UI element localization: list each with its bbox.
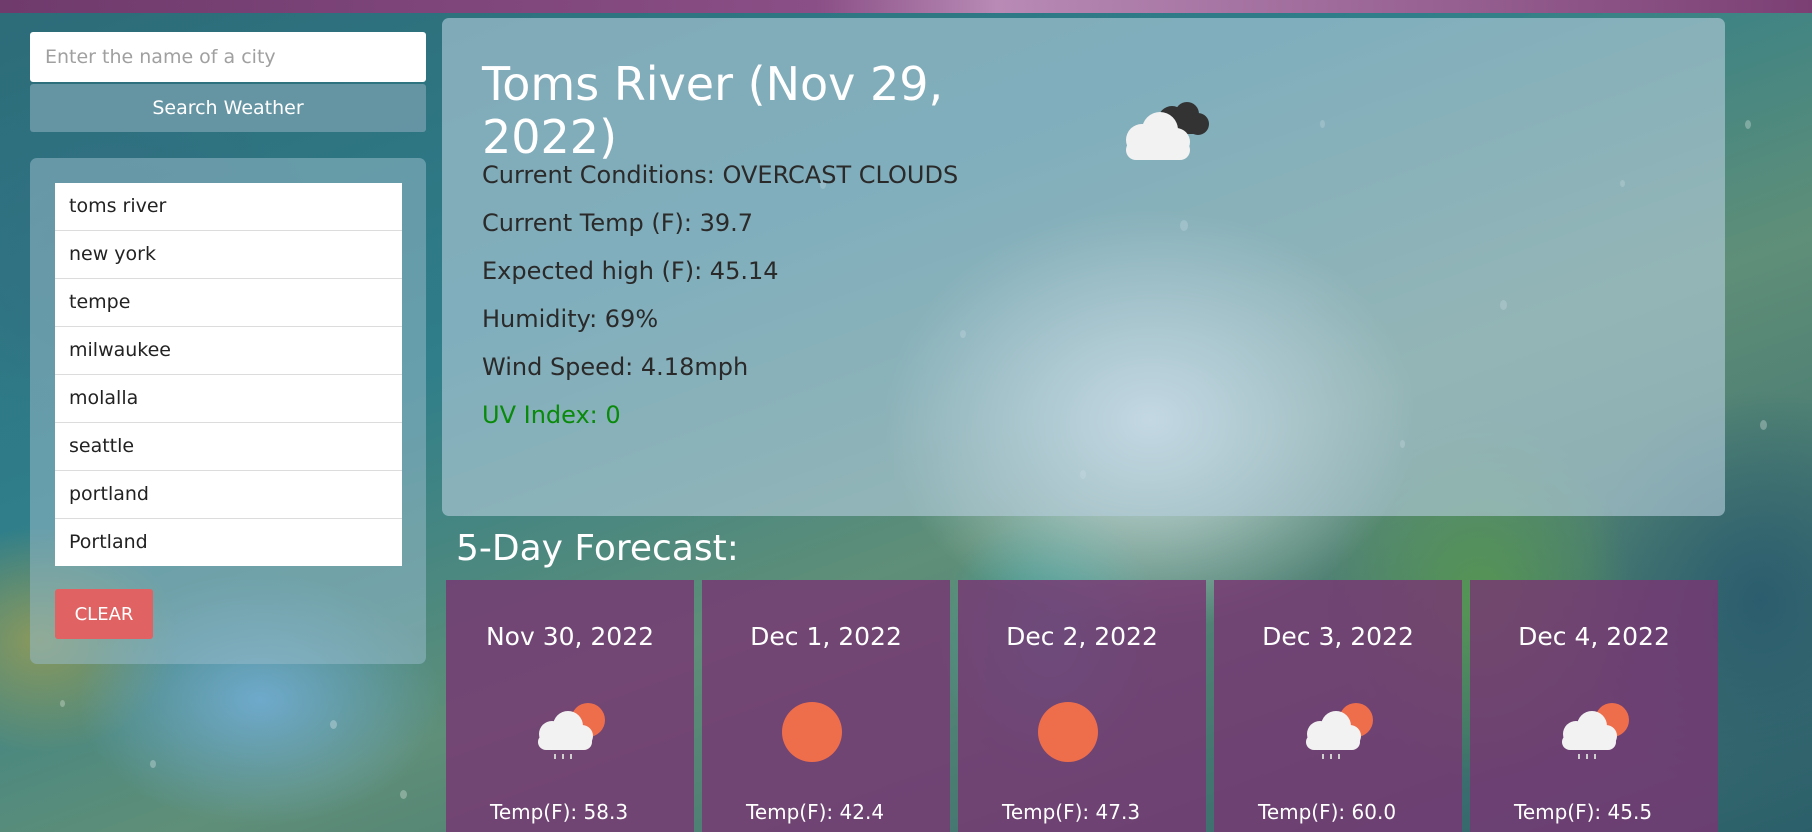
forecast-date: Nov 30, 2022 [485,622,655,651]
search-history-list: toms river new york tempe milwaukee mola… [55,183,402,566]
forecast-card-day-2: Dec 1, 2022 Temp(F): 42.4 [702,580,950,832]
top-banner-stripe [0,0,1812,13]
expected-high: Expected high (F): 45.14 [482,257,779,285]
forecast-temp: Temp(F): 42.4 [746,800,885,824]
overcast-clouds-icon [1126,102,1209,160]
sun-cloud-rain-icon [538,703,605,759]
forecast-card-day-3: Dec 2, 2022 Temp(F): 47.3 [958,580,1206,832]
forecast-date: Dec 1, 2022 [750,622,902,651]
forecast-temp: Temp(F): 58.3 [490,800,629,824]
history-item-seattle[interactable]: seattle [55,423,402,471]
search-history-panel: toms river new york tempe milwaukee mola… [30,158,426,664]
history-item-portland[interactable]: portland [55,471,402,519]
sun-cloud-rain-icon [1562,703,1629,759]
search-weather-button[interactable]: Search Weather [30,84,426,132]
forecast-card-day-4: Dec 3, 2022 Temp(F): 60.0 [1214,580,1462,832]
sun-icon [782,702,842,762]
clear-history-button[interactable]: CLEAR [55,589,153,639]
forecast-card-day-1: Nov 30, 2022 Temp(F): 58.3 [446,580,694,832]
history-item-toms-river[interactable]: toms river [55,183,402,231]
history-item-milwaukee[interactable]: milwaukee [55,327,402,375]
forecast-heading: 5-Day Forecast: [456,528,739,569]
sun-icon [1038,702,1098,762]
wind-speed: Wind Speed: 4.18mph [482,353,749,381]
forecast-date: Dec 2, 2022 [1006,622,1158,651]
history-item-portland-capitalized[interactable]: Portland [55,519,402,566]
history-item-molalla[interactable]: molalla [55,375,402,423]
current-conditions: Current Conditions: OVERCAST CLOUDS [482,161,959,189]
current-weather-panel: Toms River (Nov 29, 2022) Current Condit… [442,18,1725,516]
forecast-temp: Temp(F): 60.0 [1258,800,1397,824]
forecast-date: Dec 4, 2022 [1518,622,1670,651]
city-title: Toms River (Nov 29, 2022) [482,57,944,164]
uv-index: UV Index: 0 [482,401,621,429]
forecast-date: Dec 3, 2022 [1262,622,1414,651]
sun-cloud-rain-icon [1306,703,1373,759]
humidity: Humidity: 69% [482,305,659,333]
forecast-card-day-5: Dec 4, 2022 Temp(F): 45.5 [1470,580,1718,832]
current-temp: Current Temp (F): 39.7 [482,209,754,237]
forecast-temp: Temp(F): 45.5 [1514,800,1653,824]
history-item-new-york[interactable]: new york [55,231,402,279]
forecast-temp: Temp(F): 47.3 [1002,800,1141,824]
history-item-tempe[interactable]: tempe [55,279,402,327]
city-search-input[interactable] [30,32,426,82]
